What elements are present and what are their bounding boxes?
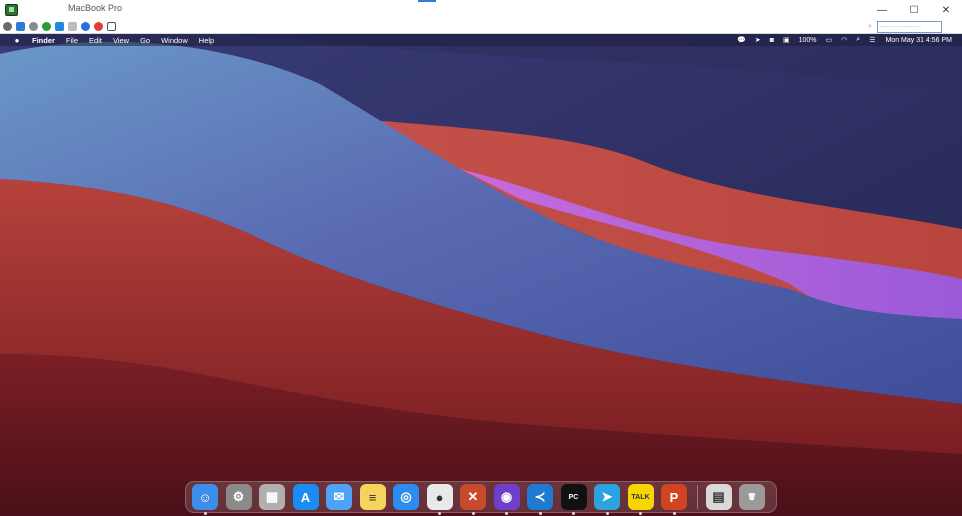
dock-kakaotalk-glyph: TALK <box>631 493 650 501</box>
dock-powerpoint-icon[interactable]: P <box>661 484 687 515</box>
dock-trash-glyph: 🗑 <box>747 494 757 501</box>
dock-github-desktop-icon[interactable]: ◉ <box>493 484 520 515</box>
dock-trash-icon[interactable]: 🗑 <box>739 484 765 510</box>
dock-mail-icon[interactable]: ✉ <box>326 484 352 510</box>
menu-view[interactable]: View <box>113 36 129 45</box>
battery-percent[interactable]: 100% <box>799 37 817 44</box>
dock-documents-icon[interactable]: ▤ <box>705 484 732 510</box>
dock-finder-icon[interactable]: ☺ <box>192 484 218 515</box>
running-indicator <box>438 512 441 515</box>
dock-notes-icon[interactable]: ≡ <box>359 484 386 510</box>
info-icon[interactable] <box>81 22 90 31</box>
dock-vs-code-glyph: ≺ <box>534 489 546 504</box>
stop-icon[interactable] <box>94 22 103 31</box>
dock-telegram-glyph: ➤ <box>601 489 613 504</box>
dock-powerpoint-glyph: P <box>669 489 679 505</box>
dock-chrome-icon[interactable]: ● <box>426 484 453 515</box>
wifi-icon[interactable]: ◠ <box>841 36 847 44</box>
dock-safari-glyph: ◎ <box>400 489 412 504</box>
dock-separator <box>696 485 698 509</box>
input-method-icon[interactable]: ▣ <box>783 36 790 44</box>
mac-menubar: ● Finder File Edit View Go Window Help 💬… <box>0 34 962 46</box>
dock-launchpad-glyph: ▦ <box>265 489 279 504</box>
running-indicator <box>203 512 207 515</box>
app-icon <box>5 4 18 16</box>
dock: ☺ ⚙ ▦ A ✉ ≡ ◎ ● ✕ ◉ ≺ PC ➤ TALK P ▤ 🗑 <box>185 481 777 515</box>
shield-icon[interactable]: ◙ <box>770 37 774 44</box>
apple-menu-icon[interactable]: ● <box>12 36 22 45</box>
dock-safari-icon[interactable]: ◎ <box>393 484 419 510</box>
dock-pycharm-glyph: PC <box>568 493 579 501</box>
menu-window[interactable]: Window <box>161 36 188 45</box>
dock-launchpad-icon[interactable]: ▦ <box>259 484 285 510</box>
mac-screen: ● Finder File Edit View Go Window Help 💬… <box>0 34 962 516</box>
menubar-clock[interactable]: Mon May 31 4:56 PM <box>885 37 952 44</box>
running-indicator <box>639 512 642 515</box>
chat-icon[interactable]: 💬 <box>737 36 746 44</box>
window-controls: — ☐ ✕ <box>866 0 962 20</box>
running-indicator <box>572 512 575 515</box>
fullscreen-icon[interactable] <box>16 22 25 31</box>
spotlight-icon[interactable]: ⌕ <box>856 36 860 44</box>
dock-remote-desktop-icon[interactable]: ✕ <box>460 484 486 515</box>
menu-finder[interactable]: Finder <box>32 36 55 45</box>
dock-finder-glyph: ☺ <box>198 489 212 505</box>
dock-app-store-icon[interactable]: A <box>292 484 319 510</box>
close-button[interactable]: ✕ <box>930 0 962 20</box>
search-icon: ⌕ <box>868 23 872 30</box>
menubar-status-area: 💬 ➤ ◙ ▣ 100% ▭ ◠ ⌕ ☰ Mon May 31 4:56 PM <box>728 34 952 46</box>
dock-mail-glyph: ✉ <box>333 489 345 504</box>
keyboard-icon[interactable] <box>68 22 77 31</box>
minimize-button[interactable]: — <box>866 0 898 20</box>
menu-help[interactable]: Help <box>199 36 214 45</box>
document-icon[interactable] <box>107 22 116 31</box>
running-indicator <box>672 512 676 515</box>
dock-kakaotalk-icon[interactable]: TALK <box>627 484 654 515</box>
windows-icon[interactable] <box>55 22 64 31</box>
host-window-titlebar: MacBook Pro — ☐ ✕ <box>0 0 962 20</box>
menu-go[interactable]: Go <box>140 36 150 45</box>
running-indicator <box>471 512 475 515</box>
telegram-icon[interactable]: ➤ <box>755 36 761 44</box>
refresh-icon[interactable] <box>42 22 51 31</box>
maximize-button[interactable]: ☐ <box>898 0 930 20</box>
toolbar-input[interactable]: ·············· <box>877 21 942 33</box>
dock-chrome-glyph: ● <box>435 489 444 505</box>
dock-documents-glyph: ▤ <box>712 489 725 504</box>
dock-system-preferences-icon[interactable]: ⚙ <box>225 484 252 510</box>
menu-edit[interactable]: Edit <box>89 36 102 45</box>
gear-icon[interactable] <box>29 22 38 31</box>
battery-icon[interactable]: ▭ <box>826 36 833 44</box>
dock-telegram-icon[interactable]: ➤ <box>594 484 620 515</box>
desktop-wallpaper <box>0 34 962 516</box>
title-accent <box>418 0 436 2</box>
running-indicator <box>605 512 609 515</box>
dock-vs-code-icon[interactable]: ≺ <box>527 484 553 515</box>
running-indicator <box>538 512 542 515</box>
settings-icon[interactable] <box>3 22 12 31</box>
dock-remote-desktop-glyph: ✕ <box>467 489 479 504</box>
dock-notes-glyph: ≡ <box>368 489 377 505</box>
menu-file[interactable]: File <box>66 36 78 45</box>
dock-pycharm-icon[interactable]: PC <box>560 484 587 515</box>
running-indicator <box>505 512 508 515</box>
window-title: MacBook Pro <box>68 3 123 13</box>
dock-system-preferences-glyph: ⚙ <box>232 489 245 504</box>
dock-github-desktop-glyph: ◉ <box>500 489 513 504</box>
dock-app-store-glyph: A <box>300 489 311 505</box>
host-toolbar: ⌕ ·············· <box>0 20 962 34</box>
control-center-icon[interactable]: ☰ <box>869 36 875 44</box>
